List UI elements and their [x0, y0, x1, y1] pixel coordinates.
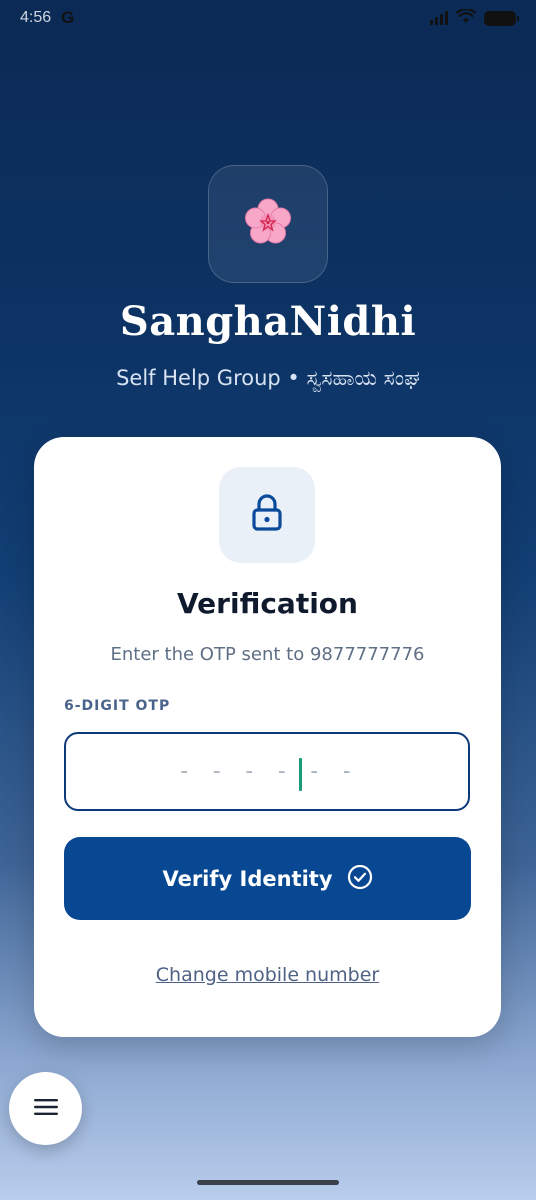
- wifi-icon: [455, 7, 477, 28]
- menu-icon: [33, 1097, 59, 1121]
- status-left: 4:56 G: [20, 8, 74, 28]
- battery-icon: [484, 10, 519, 26]
- verify-button-label: Verify Identity: [162, 866, 333, 891]
- otp-label: 6-DIGIT OTP: [64, 698, 171, 714]
- menu-button[interactable]: [9, 1072, 82, 1145]
- home-indicator: [197, 1180, 339, 1185]
- card-title: Verification: [177, 587, 358, 620]
- change-mobile-number-link[interactable]: Change mobile number: [34, 964, 501, 986]
- flower-icon: [242, 196, 294, 252]
- check-circle-icon: [347, 864, 373, 893]
- app-logo: [208, 165, 328, 283]
- lock-icon: [251, 494, 283, 536]
- otp-instruction: Enter the OTP sent to 9877777776: [110, 644, 425, 665]
- verification-card: Verification Enter the OTP sent to 98777…: [34, 437, 501, 1037]
- lock-icon-container: [219, 467, 315, 563]
- brand-subtitle: Self Help Group • ಸ್ವಸಹಾಯ ಸಂಘ: [116, 366, 420, 390]
- text-cursor: [299, 758, 302, 791]
- otp-placeholder: - - - - - -: [177, 759, 357, 784]
- status-time: 4:56: [20, 9, 52, 26]
- verify-identity-button[interactable]: Verify Identity: [64, 837, 471, 920]
- otp-input[interactable]: - - - - - -: [64, 732, 470, 811]
- google-icon: G: [61, 8, 75, 27]
- brand-title: SanghaNidhi: [119, 298, 417, 345]
- status-bar: 4:56 G: [0, 0, 536, 36]
- signal-icon: [430, 11, 448, 25]
- status-right: [430, 7, 519, 28]
